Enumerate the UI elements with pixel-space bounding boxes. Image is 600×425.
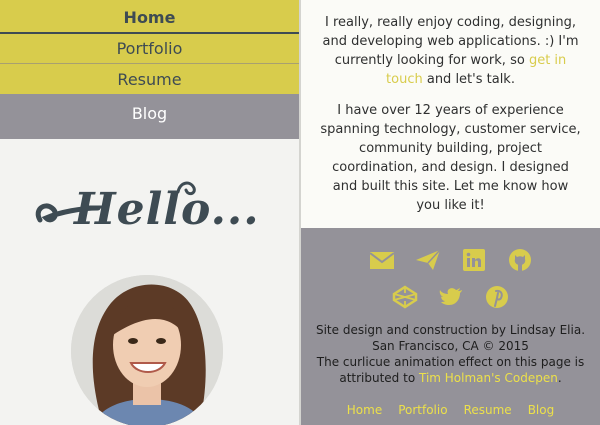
profile-photo-illustration bbox=[71, 275, 223, 425]
social-icons-row-1 bbox=[301, 248, 600, 272]
footer-nav: Home Portfolio Resume Blog bbox=[301, 403, 600, 417]
left-panel: Home Portfolio Resume Blog Hello... bbox=[0, 0, 299, 425]
hello-text: Hello... bbox=[74, 184, 260, 235]
credits-period: . bbox=[557, 371, 562, 385]
linkedin-icon[interactable] bbox=[461, 248, 487, 272]
paper-plane-icon[interactable] bbox=[415, 248, 441, 272]
codepen-attribution-link[interactable]: Tim Holman's Codepen bbox=[419, 371, 558, 385]
credits-line-3: The curlicue animation effect on this pa… bbox=[316, 355, 585, 369]
intro-section: I really, really enjoy coding, designing… bbox=[301, 0, 600, 215]
right-panel: I really, really enjoy coding, designing… bbox=[301, 0, 600, 425]
intro-paragraph-2: I have over 12 years of experience spann… bbox=[320, 103, 581, 213]
main-nav: Home Portfolio Resume Blog bbox=[0, 0, 299, 139]
credits-line-1: Site design and construction by Lindsay … bbox=[315, 323, 586, 337]
github-icon[interactable] bbox=[507, 248, 533, 272]
footer-nav-resume[interactable]: Resume bbox=[464, 403, 512, 417]
nav-blog-link[interactable]: Blog bbox=[0, 94, 299, 139]
nav-resume-link[interactable]: Resume bbox=[0, 64, 299, 94]
hello-heading: Hello... bbox=[30, 178, 270, 248]
footer-credits: Site design and construction by Lindsay … bbox=[301, 322, 600, 386]
social-icons-row-2 bbox=[301, 285, 600, 309]
nav-home-link[interactable]: Home bbox=[0, 0, 299, 34]
footer-nav-home[interactable]: Home bbox=[347, 403, 382, 417]
intro-paragraph-1: I really, really enjoy coding, designing… bbox=[319, 13, 582, 89]
credits-line-4: attributed to Tim Holman's Codepen. bbox=[301, 370, 600, 386]
credits-attribution-text: attributed to bbox=[339, 371, 419, 385]
intro-text-after: and let's talk. bbox=[422, 72, 515, 87]
nav-portfolio-link[interactable]: Portfolio bbox=[0, 34, 299, 64]
codepen-icon[interactable] bbox=[392, 285, 418, 309]
credits-line-2: San Francisco, CA © 2015 bbox=[372, 339, 529, 353]
footer-nav-blog[interactable]: Blog bbox=[528, 403, 555, 417]
twitter-icon[interactable] bbox=[438, 285, 464, 309]
envelope-icon[interactable] bbox=[368, 248, 395, 272]
footer-nav-portfolio[interactable]: Portfolio bbox=[398, 403, 447, 417]
footer: Site design and construction by Lindsay … bbox=[301, 228, 600, 425]
pinterest-icon[interactable] bbox=[484, 285, 510, 309]
profile-photo bbox=[71, 275, 223, 425]
